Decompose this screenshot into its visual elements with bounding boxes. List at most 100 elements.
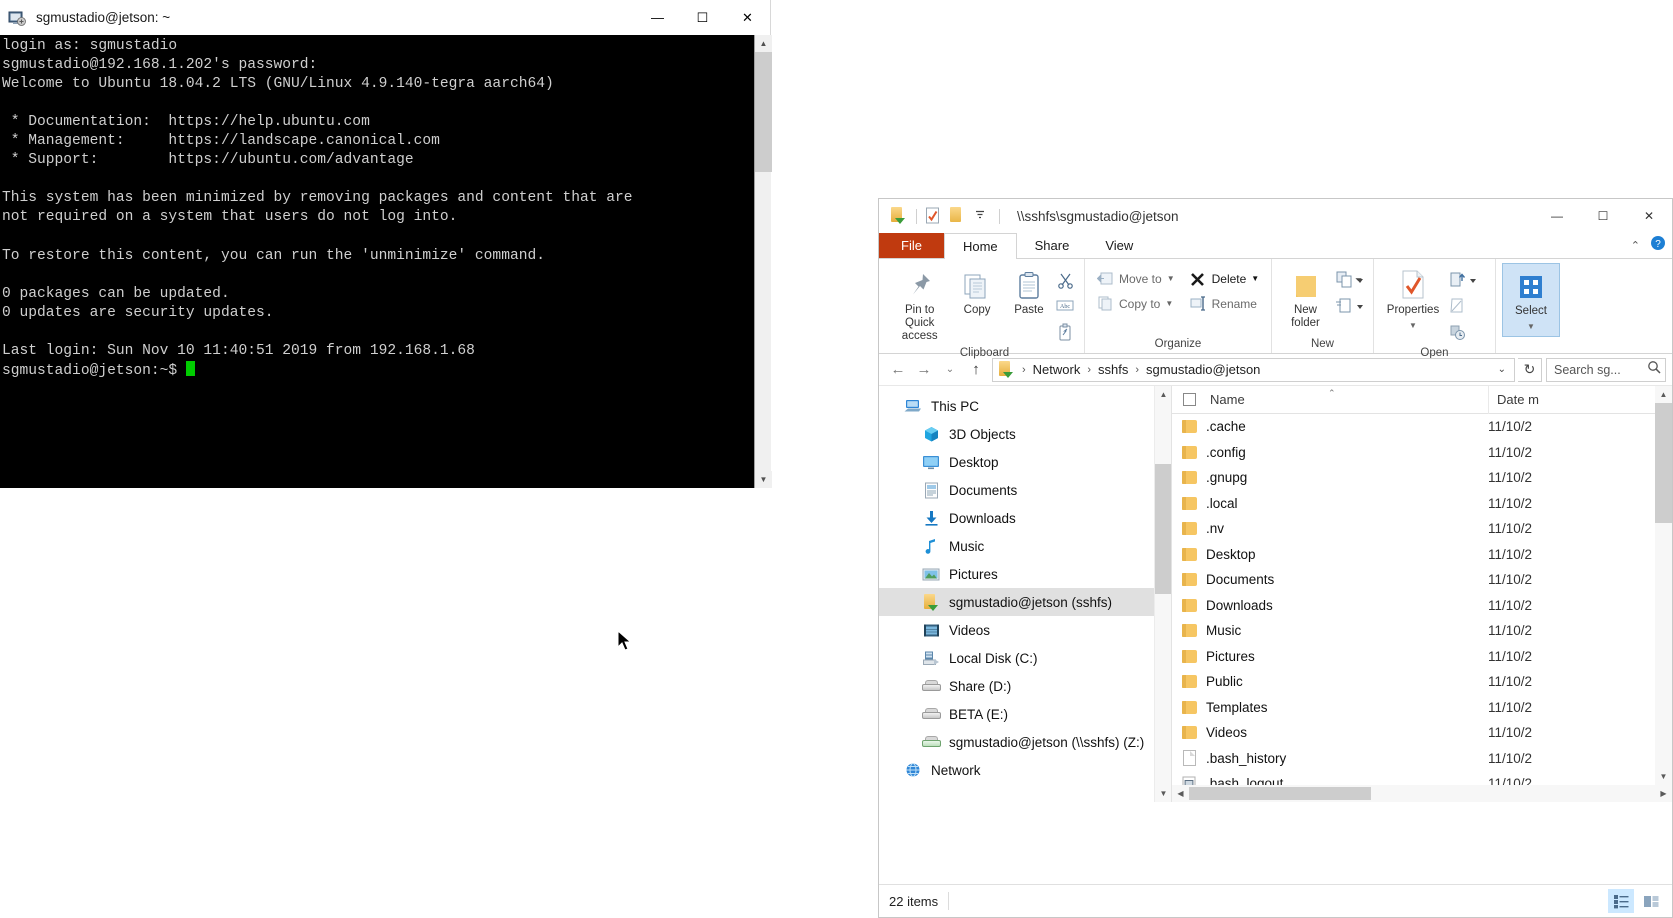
address-dropdown-icon[interactable]: ⌄ [1490, 364, 1514, 375]
table-row[interactable]: .gnupg11/10/2 [1172, 465, 1672, 491]
large-icons-view-icon[interactable] [1638, 889, 1664, 913]
nav-item-videos[interactable]: Videos [879, 616, 1154, 644]
table-row[interactable]: Music11/10/2 [1172, 618, 1672, 644]
collapse-ribbon-icon[interactable]: ⌃ [1631, 239, 1640, 252]
new-folder-icon[interactable] [949, 207, 967, 225]
breadcrumb-sshfs[interactable]: sshfs [1095, 362, 1131, 377]
putty-maximize-button[interactable]: ☐ [680, 0, 725, 35]
list-scroll-thumb[interactable] [1655, 403, 1672, 523]
table-row[interactable]: Templates11/10/2 [1172, 695, 1672, 721]
pin-to-quick-access-button[interactable]: Pin to Quick access [891, 263, 948, 343]
tree-scroll-down-arrow[interactable]: ▼ [1155, 785, 1172, 802]
nav-item-share-d[interactable]: Share (D:) [879, 672, 1154, 700]
nav-item-beta-e[interactable]: BETA (E:) [879, 700, 1154, 728]
table-row[interactable]: Videos11/10/2 [1172, 720, 1672, 746]
forward-button[interactable]: → [911, 357, 937, 383]
help-icon[interactable]: ? [1650, 235, 1666, 256]
tab-view[interactable]: View [1087, 233, 1151, 258]
table-row[interactable]: .local11/10/2 [1172, 491, 1672, 517]
paste-shortcut-icon[interactable] [1052, 319, 1078, 345]
move-to-caret-icon[interactable]: ▼ [1167, 274, 1175, 283]
details-view-icon[interactable] [1608, 889, 1634, 913]
tab-home[interactable]: Home [944, 233, 1017, 259]
open-icon[interactable] [1446, 267, 1478, 293]
table-row[interactable]: Downloads11/10/2 [1172, 593, 1672, 619]
properties-button[interactable]: Properties ▼ [1380, 263, 1446, 332]
address-bar[interactable]: › Network › sshfs › sgmustadio@jetson ⌄ [992, 358, 1515, 382]
copy-to-caret-icon[interactable]: ▼ [1165, 299, 1173, 308]
table-row[interactable]: .cache11/10/2 [1172, 414, 1672, 440]
nav-item-documents[interactable]: Documents [879, 476, 1154, 504]
explorer-titlebar[interactable]: \\sshfs\sgmustadio@jetson — ☐ ✕ [879, 199, 1672, 233]
properties-caret-icon[interactable]: ▼ [1409, 319, 1417, 332]
column-header-name[interactable]: Name ⌃ [1206, 386, 1488, 414]
back-button[interactable]: ← [885, 357, 911, 383]
tree-scroll-thumb[interactable] [1155, 464, 1172, 594]
table-row[interactable]: Public11/10/2 [1172, 669, 1672, 695]
column-header-date-modified[interactable]: Date m [1488, 386, 1608, 414]
table-row[interactable]: Pictures11/10/2 [1172, 644, 1672, 670]
explorer-close-button[interactable]: ✕ [1626, 199, 1672, 233]
nav-item-pictures[interactable]: Pictures [879, 560, 1154, 588]
putty-close-button[interactable]: ✕ [725, 0, 770, 35]
tab-file[interactable]: File [879, 233, 944, 258]
nav-item-music[interactable]: Music [879, 532, 1154, 560]
list-scroll-right-arrow[interactable]: ▶ [1655, 785, 1672, 802]
putty-scrollbar[interactable]: ▲ ▼ [754, 35, 771, 488]
nav-item-network[interactable]: Network [879, 756, 1154, 784]
select-button[interactable]: Select ▼ [1502, 263, 1560, 337]
tree-scroll-up-arrow[interactable]: ▲ [1155, 386, 1172, 403]
nav-item-local-disk-c[interactable]: Local Disk (C:) [879, 644, 1154, 672]
rename-button[interactable]: Rename [1184, 291, 1265, 316]
nav-item-downloads[interactable]: Downloads [879, 504, 1154, 532]
select-caret-icon[interactable]: ▼ [1527, 320, 1535, 333]
properties-icon[interactable] [925, 207, 943, 225]
table-row[interactable]: Desktop11/10/2 [1172, 542, 1672, 568]
nav-item-3d-objects[interactable]: 3D Objects [879, 420, 1154, 448]
putty-scroll-down-arrow[interactable]: ▼ [755, 471, 772, 488]
terminal-output[interactable]: login as: sgmustadio sgmustadio@192.168.… [0, 35, 754, 488]
putty-titlebar[interactable]: sgmustadio@jetson: ~ — ☐ ✕ [0, 0, 770, 35]
nav-item-sgmustadio-jetson-sshfs[interactable]: sgmustadio@jetson (sshfs) [879, 588, 1154, 616]
search-box[interactable]: Search sg... [1546, 358, 1666, 382]
new-folder-button[interactable]: New folder [1278, 263, 1333, 330]
explorer-minimize-button[interactable]: — [1534, 199, 1580, 233]
file-list-vscrollbar[interactable]: ▲ ▼ [1655, 386, 1672, 785]
table-row[interactable]: .config11/10/2 [1172, 440, 1672, 466]
easy-access-icon[interactable] [1333, 293, 1367, 319]
copy-button[interactable]: Copy [948, 263, 1005, 317]
table-row[interactable]: Documents11/10/2 [1172, 567, 1672, 593]
nav-item-sgmustadio-jetson-sshfs-z[interactable]: sgmustadio@jetson (\\sshfs) (Z:) [879, 728, 1154, 756]
navigation-pane-scrollbar[interactable]: ▲ ▼ [1154, 386, 1171, 802]
putty-scroll-thumb[interactable] [755, 52, 772, 172]
explorer-maximize-button[interactable]: ☐ [1580, 199, 1626, 233]
nav-item-desktop[interactable]: Desktop [879, 448, 1154, 476]
new-item-icon[interactable] [1333, 267, 1367, 293]
recent-locations-caret-icon[interactable]: ⌄ [937, 357, 963, 383]
copy-path-icon[interactable]: Abc [1052, 293, 1078, 319]
edit-icon[interactable] [1446, 293, 1478, 319]
delete-button[interactable]: Delete ▼ [1184, 266, 1265, 291]
delete-caret-icon[interactable]: ▼ [1251, 274, 1259, 283]
search-icon[interactable] [1647, 360, 1661, 379]
tab-share[interactable]: Share [1017, 233, 1088, 258]
list-hscroll-thumb[interactable] [1189, 787, 1371, 800]
putty-scroll-up-arrow[interactable]: ▲ [755, 35, 772, 52]
file-list-rows[interactable]: .cache11/10/2.config11/10/2.gnupg11/10/2… [1172, 414, 1672, 802]
list-scroll-down-arrow[interactable]: ▼ [1655, 768, 1672, 785]
breadcrumb-sgmustadio-jetson[interactable]: sgmustadio@jetson [1143, 362, 1263, 377]
cut-icon[interactable] [1052, 267, 1078, 293]
navigation-pane[interactable]: This PC3D ObjectsDesktopDocumentsDownloa… [879, 386, 1154, 802]
putty-minimize-button[interactable]: — [635, 0, 680, 35]
select-all-checkbox[interactable] [1172, 393, 1206, 406]
up-button[interactable]: ↑ [963, 357, 989, 383]
paste-button[interactable]: Paste [1006, 263, 1052, 317]
table-row[interactable]: .bash_history11/10/2 [1172, 746, 1672, 772]
search-input[interactable]: Search sg... [1554, 363, 1647, 377]
file-list-pane[interactable]: Name ⌃ Date m .cache11/10/2.config11/10/… [1171, 386, 1672, 802]
file-list-hscrollbar[interactable]: ◀ ▶ [1172, 785, 1672, 802]
nav-item-this-pc[interactable]: This PC [879, 392, 1154, 420]
history-icon[interactable] [1446, 319, 1478, 345]
move-to-button[interactable]: Move to ▼ [1091, 266, 1180, 291]
list-scroll-left-arrow[interactable]: ◀ [1172, 785, 1189, 802]
